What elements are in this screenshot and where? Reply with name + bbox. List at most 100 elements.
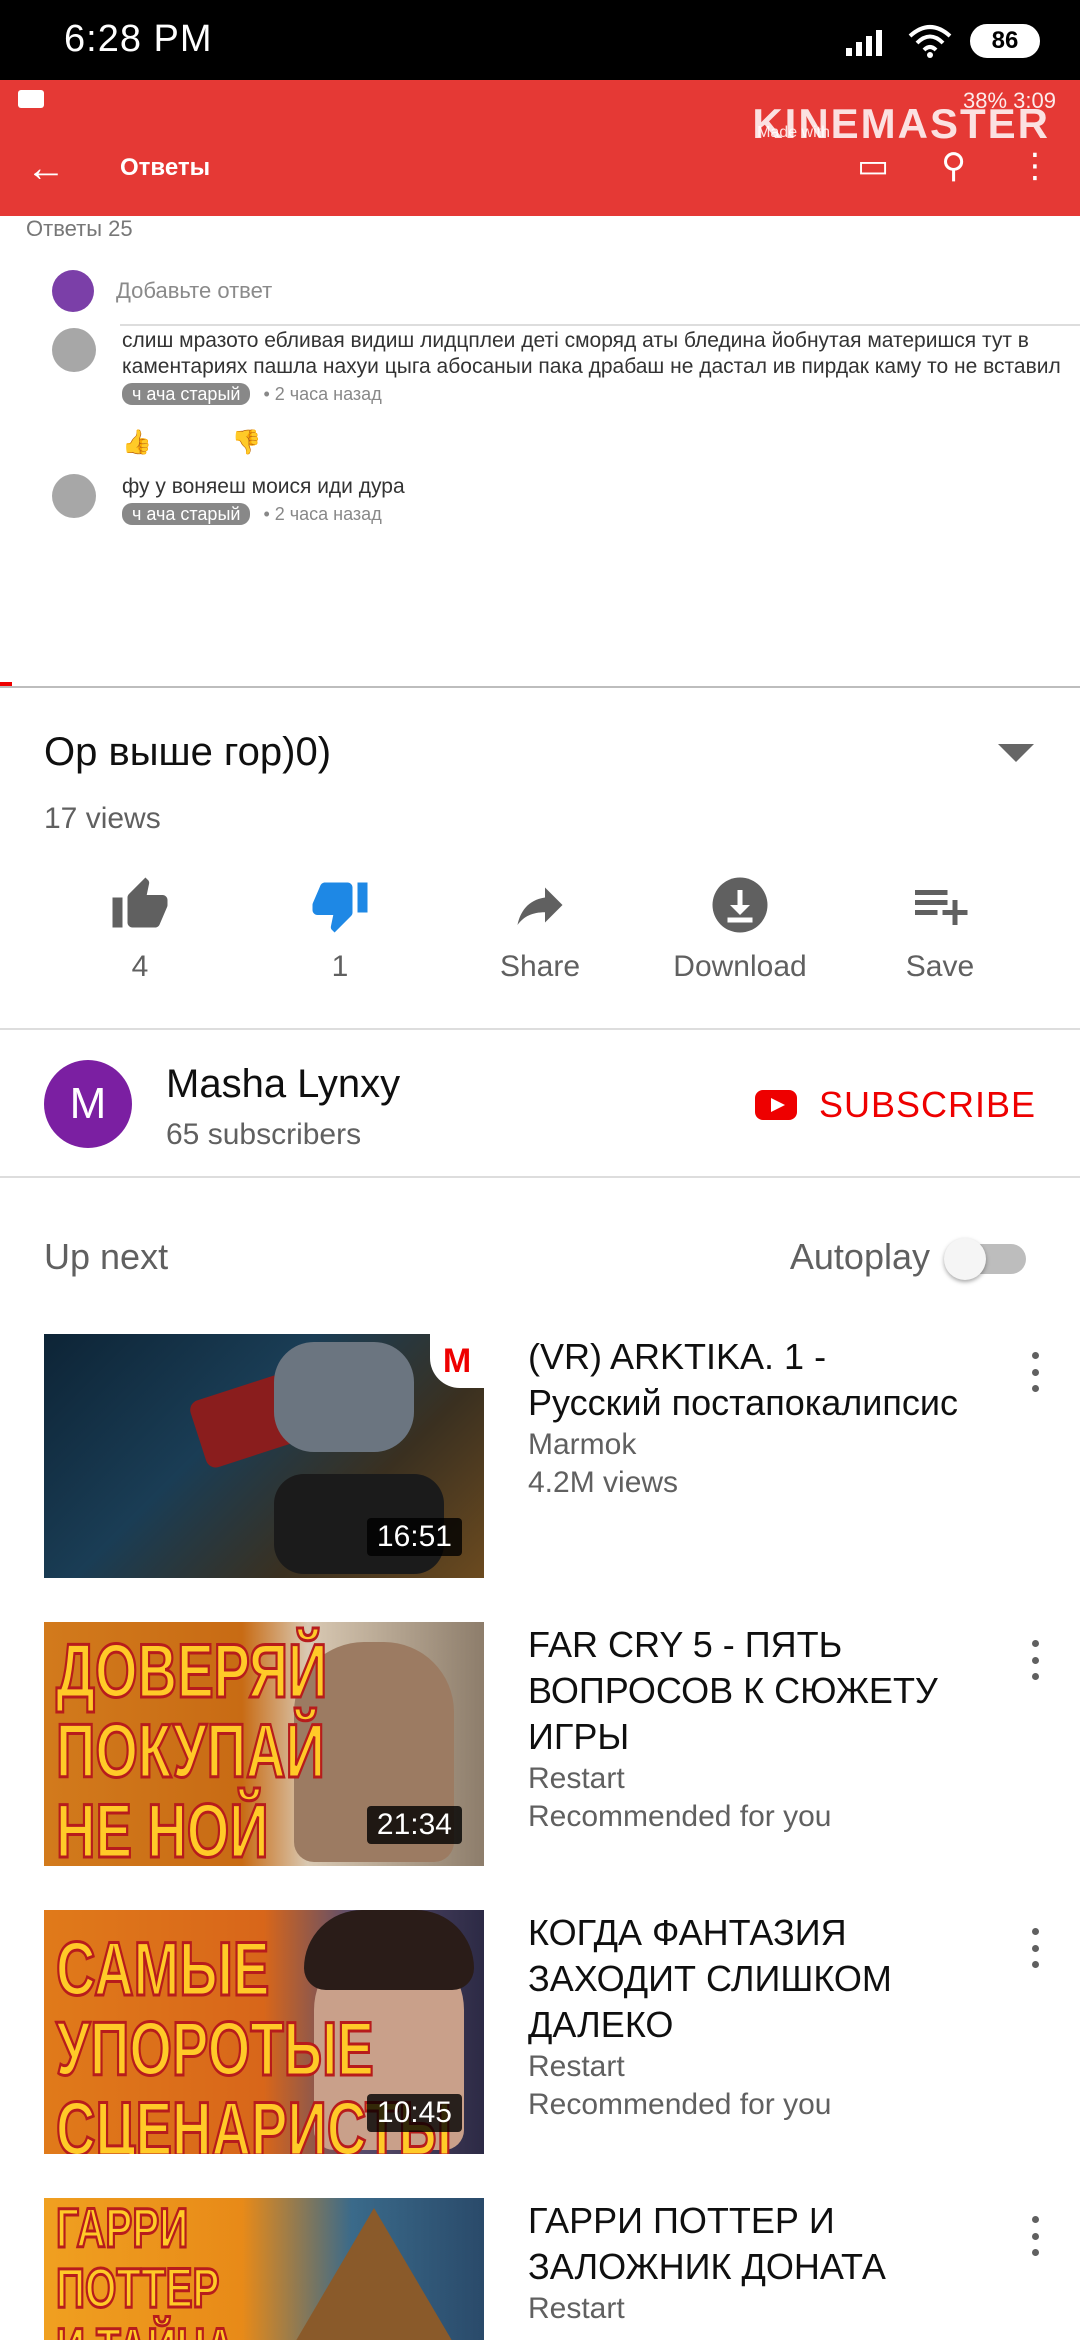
channel-avatar[interactable]: M xyxy=(44,1060,132,1148)
comment-meta: ч ача старый • 2 часа назад xyxy=(122,383,382,405)
video-title: КОГДА ФАНТАЗИЯ ЗАХОДИТ СЛИШКОМ ДАЛЕКО xyxy=(528,1912,892,2045)
comment-time: • 2 часа назад xyxy=(263,504,382,524)
share-label: Share xyxy=(499,950,581,983)
video-title: Ор выше гор)0) xyxy=(44,730,332,774)
share-button[interactable]: Share xyxy=(440,870,640,984)
thumb-down-icon: 👎 xyxy=(231,429,262,456)
video-info-section: Ор выше гор)0) 17 views 4 1 Share Downlo… xyxy=(0,690,1080,1030)
comment-text: слиш мразото ебливая видиш лидцплеи деті… xyxy=(122,329,1061,378)
avatar xyxy=(52,474,96,518)
thumbnail-text: ДОВЕРЯЙ ПОКУПАЙ НЕ НОЙ xyxy=(55,1629,329,1866)
battery-indicator: 86 xyxy=(970,24,1040,58)
reply-placeholder: Добавьте ответ xyxy=(116,278,273,303)
video-thumbnail[interactable]: ДОВЕРЯЙ ПОКУПАЙ НЕ НОЙ 21:34 xyxy=(44,1622,484,1866)
thumb-down-icon xyxy=(312,882,368,933)
thumbnail-text: ГАРРИ ПОТТЕР И ТАЙНА ДОНАТА xyxy=(55,2198,236,2340)
channel-name: Restart xyxy=(528,1762,625,1795)
up-next-label: Up next xyxy=(44,1236,169,1277)
video-progress-bar[interactable] xyxy=(0,682,12,686)
video-meta: (VR) ARKTIKA. 1 - Русский постапокалипси… xyxy=(528,1334,968,1502)
avatar xyxy=(52,328,96,372)
video-title: ГАРРИ ПОТТЕР И ЗАЛОЖНИК ДОНАТА xyxy=(528,2200,886,2287)
comment-badge: ч ача старый xyxy=(122,383,251,405)
video-thumbnail[interactable]: ГАРРИ ПОТТЕР И ТАЙНА ДОНАТА xyxy=(44,2198,484,2340)
save-button[interactable]: Save xyxy=(840,870,1040,984)
list-item[interactable]: САМЫЕ УПОРОТЫЕ СЦЕНАРИСТЫ 10:45 КОГДА ФА… xyxy=(0,1910,1080,2160)
more-options-icon[interactable] xyxy=(1032,1928,1040,1968)
comment-text: фу у воняеш моися иди дура xyxy=(122,475,405,498)
back-arrow-icon: ← xyxy=(26,146,66,190)
video-title: FAR CRY 5 - ПЯТЬ ВОПРОСОВ К СЮЖЕТУ ИГРЫ xyxy=(528,1624,938,1757)
more-options-icon[interactable] xyxy=(1032,2216,1040,2256)
subscriber-count: 65 subscribers xyxy=(166,1118,362,1151)
add-reply-row: Добавьте ответ xyxy=(52,270,272,312)
subscribe-button[interactable]: SUBSCRIBE xyxy=(754,1084,1036,1126)
replies-count-cut: Ответы 25 xyxy=(26,216,133,241)
list-item[interactable]: ДОВЕРЯЙ ПОКУПАЙ НЕ НОЙ 21:34 FAR CRY 5 -… xyxy=(0,1622,1080,1872)
video-subtitle: Recommended for you xyxy=(528,1800,832,1833)
video-player[interactable]: 38% 3:09 ← Ответы ▭ ⚲ ⋮ Made with KINEMA… xyxy=(0,80,1080,688)
download-label: Download xyxy=(673,950,807,983)
video-meta: ГАРРИ ПОТТЕР И ЗАЛОЖНИК ДОНАТА Restart xyxy=(528,2198,968,2328)
download-button[interactable]: Download xyxy=(640,870,840,984)
dislike-count: 1 xyxy=(331,950,349,983)
more-vert-icon: ⋮ xyxy=(1018,147,1052,185)
kinemaster-watermark: KINEMASTER xyxy=(752,100,1050,147)
status-bar: 6:28 PM 86 xyxy=(0,0,1080,80)
save-label: Save xyxy=(905,950,975,983)
download-icon xyxy=(712,877,768,933)
playlist-add-icon xyxy=(915,890,968,925)
video-title: (VR) ARKTIKA. 1 - Русский постапокалипси… xyxy=(528,1336,958,1423)
more-options-icon[interactable] xyxy=(1032,1352,1040,1392)
toggle-knob xyxy=(944,1238,986,1280)
video-duration: 10:45 xyxy=(366,2094,462,2132)
avatar xyxy=(52,270,94,312)
dislike-button[interactable]: 1 xyxy=(240,870,440,984)
recorded-appbar-actions: ▭ ⚲ ⋮ xyxy=(857,146,1052,186)
view-count: 17 views xyxy=(44,802,161,835)
autoplay-label: Autoplay xyxy=(789,1236,930,1277)
youtube-logo-icon xyxy=(754,1090,797,1120)
list-item[interactable]: ГАРРИ ПОТТЕР И ТАЙНА ДОНАТА ГАРРИ ПОТТЕР… xyxy=(0,2198,1080,2340)
channel-name: Marmok xyxy=(528,1428,637,1461)
comment-vote-icons: 👍 👎 xyxy=(122,428,262,457)
video-actions: 4 1 Share Download Save xyxy=(40,870,1040,984)
thumbnail-art xyxy=(304,1910,474,1990)
channel-name[interactable]: Masha Lynxy xyxy=(166,1062,400,1107)
thumbnail-text: САМЫЕ УПОРОТЫЕ СЦЕНАРИСТЫ xyxy=(55,1927,453,2154)
video-meta: КОГДА ФАНТАЗИЯ ЗАХОДИТ СЛИШКОМ ДАЛЕКО Re… xyxy=(528,1910,968,2124)
divider xyxy=(120,324,1080,326)
like-count: 4 xyxy=(131,950,149,983)
like-button[interactable]: 4 xyxy=(40,870,240,984)
autoplay-toggle[interactable] xyxy=(944,1238,1028,1280)
thumb-up-icon: 👍 xyxy=(122,429,152,456)
list-item[interactable]: M 16:51 (VR) ARKTIKA. 1 - Русский постап… xyxy=(0,1334,1080,1584)
subscribe-label: SUBSCRIBE xyxy=(818,1084,1036,1125)
camera-icon xyxy=(18,90,44,108)
signal-icon xyxy=(846,30,882,56)
video-thumbnail[interactable]: M 16:51 xyxy=(44,1334,484,1578)
thumb-up-icon xyxy=(112,877,168,928)
thumbnail-art xyxy=(274,1342,414,1452)
status-icons: 86 xyxy=(846,24,1040,58)
comment-time: • 2 часа назад xyxy=(263,384,382,404)
video-thumbnail[interactable]: САМЫЕ УПОРОТЫЕ СЦЕНАРИСТЫ 10:45 xyxy=(44,1910,484,2154)
thumbnail-art xyxy=(274,2208,474,2340)
expand-chevron-icon[interactable] xyxy=(998,744,1034,762)
status-time: 6:28 PM xyxy=(64,18,213,60)
video-subtitle: 4.2M views xyxy=(528,1466,679,1499)
comment-badge: ч ача старый xyxy=(122,503,251,525)
channel-name: Restart xyxy=(528,2050,625,2083)
video-duration: 16:51 xyxy=(366,1518,462,1556)
wifi-icon xyxy=(908,25,952,58)
video-duration: 21:34 xyxy=(366,1806,462,1844)
comment-meta: ч ача старый • 2 часа назад xyxy=(122,503,382,525)
more-options-icon[interactable] xyxy=(1032,1640,1040,1680)
channel-row[interactable]: M Masha Lynxy 65 subscribers SUBSCRIBE xyxy=(0,1032,1080,1178)
marmok-logo-icon: M xyxy=(430,1334,484,1388)
video-meta: FAR CRY 5 - ПЯТЬ ВОПРОСОВ К СЮЖЕТУ ИГРЫ … xyxy=(528,1622,968,1836)
recorded-appbar-title: Ответы xyxy=(120,154,211,181)
cast-icon: ▭ xyxy=(856,147,890,185)
search-icon: ⚲ xyxy=(941,147,966,185)
share-arrow-icon xyxy=(517,887,563,925)
